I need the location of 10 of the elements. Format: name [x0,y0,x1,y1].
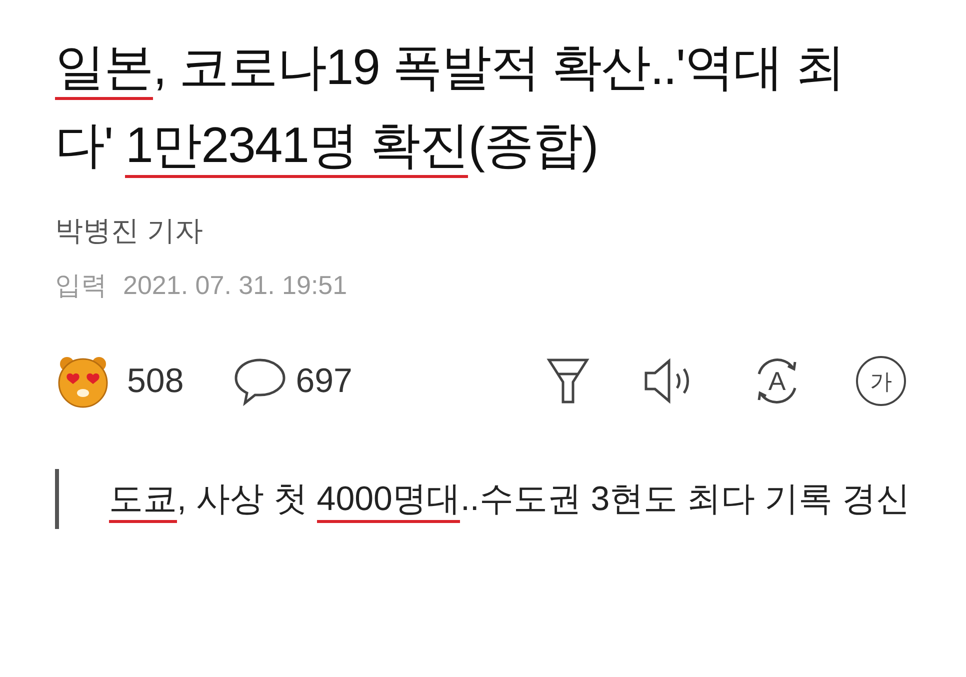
published-date: 2021. 07. 31. 19:51 [123,269,348,302]
comment-count: 697 [296,360,352,402]
font-size-button[interactable]: 가 [856,356,906,406]
funnel-icon[interactable] [546,356,590,406]
reaction-count: 508 [127,360,184,402]
headline: 일본, 코로나19 폭발적 확산..'역대 최다' 1만2341명 확진(종합) [55,28,875,184]
published-label: 입력 [55,269,107,302]
subtitle-text: 도쿄, 사상 첫 4000명대..수도권 3현도 최다 기록 경신 [109,469,926,529]
reporter-name: 박병진 기자 [55,214,204,248]
translate-button[interactable]: A [750,356,804,406]
